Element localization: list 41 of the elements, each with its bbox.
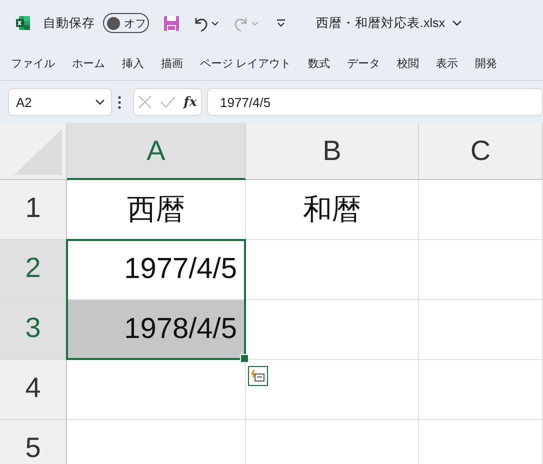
ribbon-tab[interactable]: ファイル xyxy=(11,56,55,70)
column-header[interactable]: B xyxy=(246,123,419,180)
ribbon-tab[interactable]: ページ レイアウト xyxy=(200,56,292,70)
table-cell[interactable]: 1978/4/5 xyxy=(67,300,246,360)
ribbon-tab[interactable]: ホーム xyxy=(72,56,105,70)
row-header[interactable]: 5 xyxy=(0,420,67,464)
formula-field[interactable]: 1977/4/5 xyxy=(207,88,543,116)
autosave-toggle[interactable]: オフ xyxy=(103,13,149,33)
table-cell[interactable]: 西暦 xyxy=(67,180,246,240)
more-options-icon[interactable] xyxy=(118,96,121,108)
ribbon-tab[interactable]: データ xyxy=(347,56,380,70)
ribbon-tab[interactable]: 挿入 xyxy=(122,56,144,70)
ribbon-tab[interactable]: 描画 xyxy=(161,56,183,70)
name-box[interactable]: A2 xyxy=(8,88,112,116)
quick-analysis-icon[interactable] xyxy=(248,366,268,386)
file-name: 西暦・和暦対応表.xlsx xyxy=(316,14,445,32)
ribbon-tab[interactable]: 表示 xyxy=(436,56,458,70)
empty-cell[interactable] xyxy=(419,360,543,420)
column-header[interactable]: C xyxy=(419,123,543,180)
autosave-label: 自動保存 xyxy=(43,14,95,32)
table-cell[interactable]: 和暦 xyxy=(246,180,419,240)
row-header[interactable]: 2 xyxy=(0,240,67,300)
save-icon[interactable] xyxy=(163,14,180,32)
empty-cell[interactable] xyxy=(419,300,543,360)
empty-cell[interactable] xyxy=(419,240,543,300)
row-header[interactable]: 3 xyxy=(0,300,67,360)
fill-handle[interactable] xyxy=(240,354,249,363)
customize-toolbar-icon[interactable] xyxy=(276,18,286,28)
ribbon-tab[interactable]: 校閲 xyxy=(397,56,420,70)
row-header[interactable]: 4 xyxy=(0,360,67,420)
cancel-icon[interactable] xyxy=(138,95,152,109)
excel-logo-icon xyxy=(15,15,31,31)
ribbon-tab[interactable]: 開発 xyxy=(475,56,498,70)
empty-cell[interactable] xyxy=(246,240,419,300)
row-header[interactable]: 1 xyxy=(0,180,67,240)
empty-cell[interactable] xyxy=(419,180,543,240)
caret-icon[interactable] xyxy=(452,19,462,27)
insert-function-button[interactable]: fx xyxy=(184,94,197,110)
column-header[interactable]: A xyxy=(67,123,246,180)
ribbon-tab[interactable]: 数式 xyxy=(308,56,330,70)
enter-check-icon[interactable] xyxy=(160,96,176,108)
